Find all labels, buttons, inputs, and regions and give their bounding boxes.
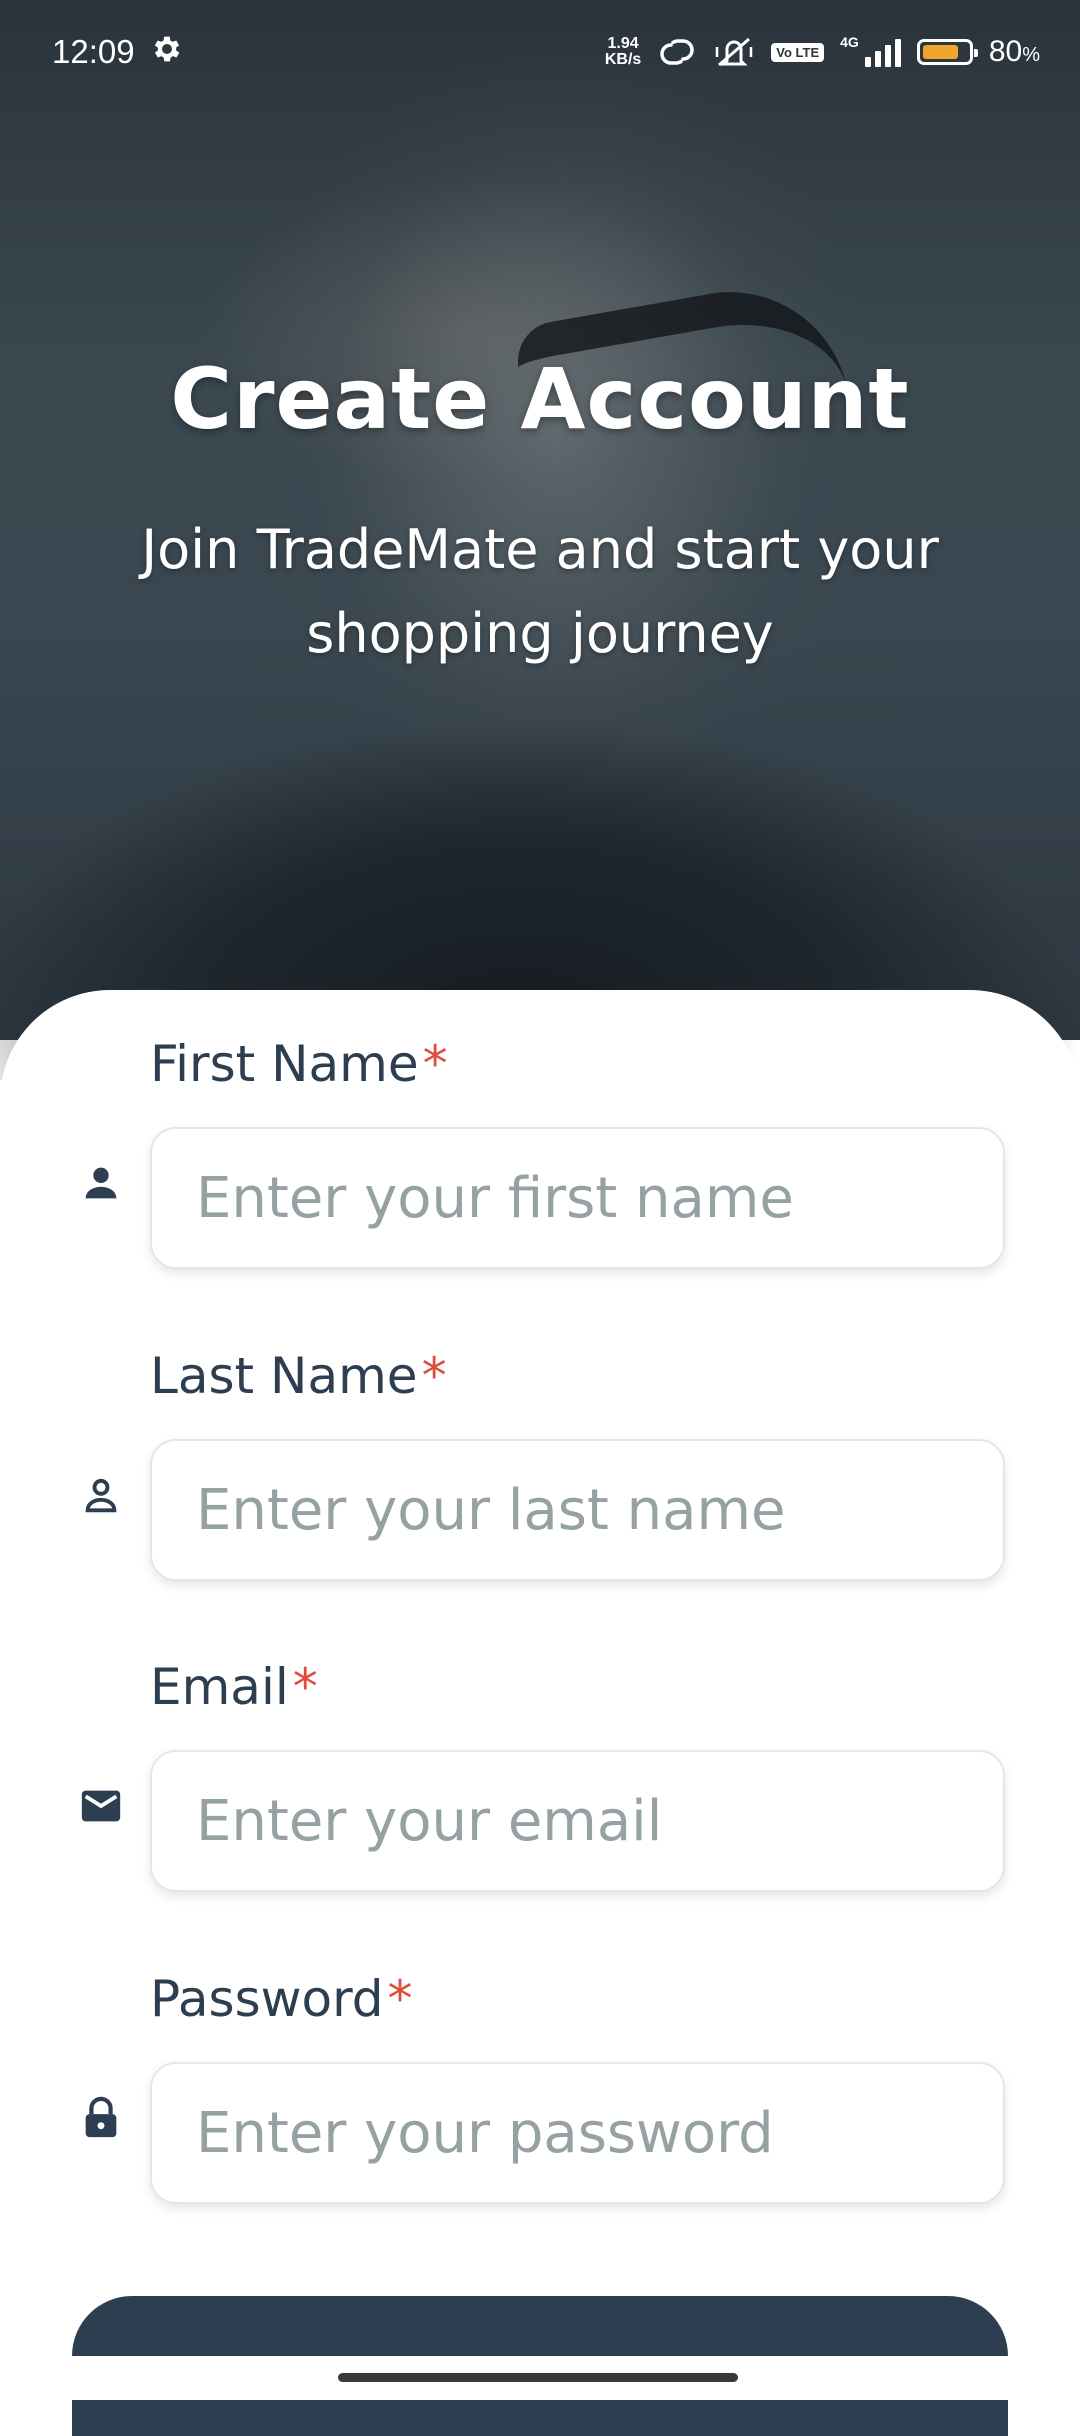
signal-strength-icon	[864, 37, 901, 67]
last-name-input[interactable]	[150, 1439, 1005, 1581]
first-name-input[interactable]	[150, 1127, 1005, 1269]
page-title: Create Account	[170, 350, 910, 448]
lock-icon	[85, 2096, 117, 2138]
status-bar: 12:09 1.94 KB/s Vo LTE 4G 80%	[0, 0, 1080, 105]
vibrate-mute-icon	[716, 37, 753, 67]
battery-percent: 80%	[988, 35, 1040, 68]
network-speed: 1.94 KB/s	[605, 36, 641, 68]
required-marker: *	[422, 1035, 448, 1093]
gear-icon	[154, 36, 180, 62]
network-type: 4G	[840, 34, 859, 50]
network-speed-unit: KB/s	[604, 51, 642, 68]
password-label: Password*	[150, 1970, 413, 2028]
status-time: 12:09	[52, 33, 135, 70]
network-speed-value: 1.94	[607, 35, 639, 52]
required-marker: *	[421, 1347, 447, 1405]
email-label: Email*	[150, 1658, 318, 1716]
password-input[interactable]	[150, 2062, 1005, 2204]
status-icons: 1.94 KB/s Vo LTE 4G 80%	[605, 30, 1040, 74]
hotspot-link-icon	[660, 39, 695, 65]
last-name-label: Last Name*	[150, 1347, 447, 1405]
first-name-label: First Name*	[150, 1035, 448, 1093]
person-icon	[85, 1167, 117, 1199]
home-indicator[interactable]	[338, 2373, 738, 2382]
battery-icon	[916, 39, 978, 65]
page-subtitle: Join TradeMate and start your shopping j…	[141, 518, 939, 665]
battery-level	[922, 45, 959, 59]
person-outline-icon	[85, 1478, 117, 1513]
volte-badge: Vo LTE	[771, 42, 825, 62]
email-input[interactable]	[150, 1750, 1005, 1892]
required-marker: *	[292, 1658, 318, 1716]
required-marker: *	[387, 1970, 413, 2028]
mail-icon	[81, 1790, 121, 1822]
